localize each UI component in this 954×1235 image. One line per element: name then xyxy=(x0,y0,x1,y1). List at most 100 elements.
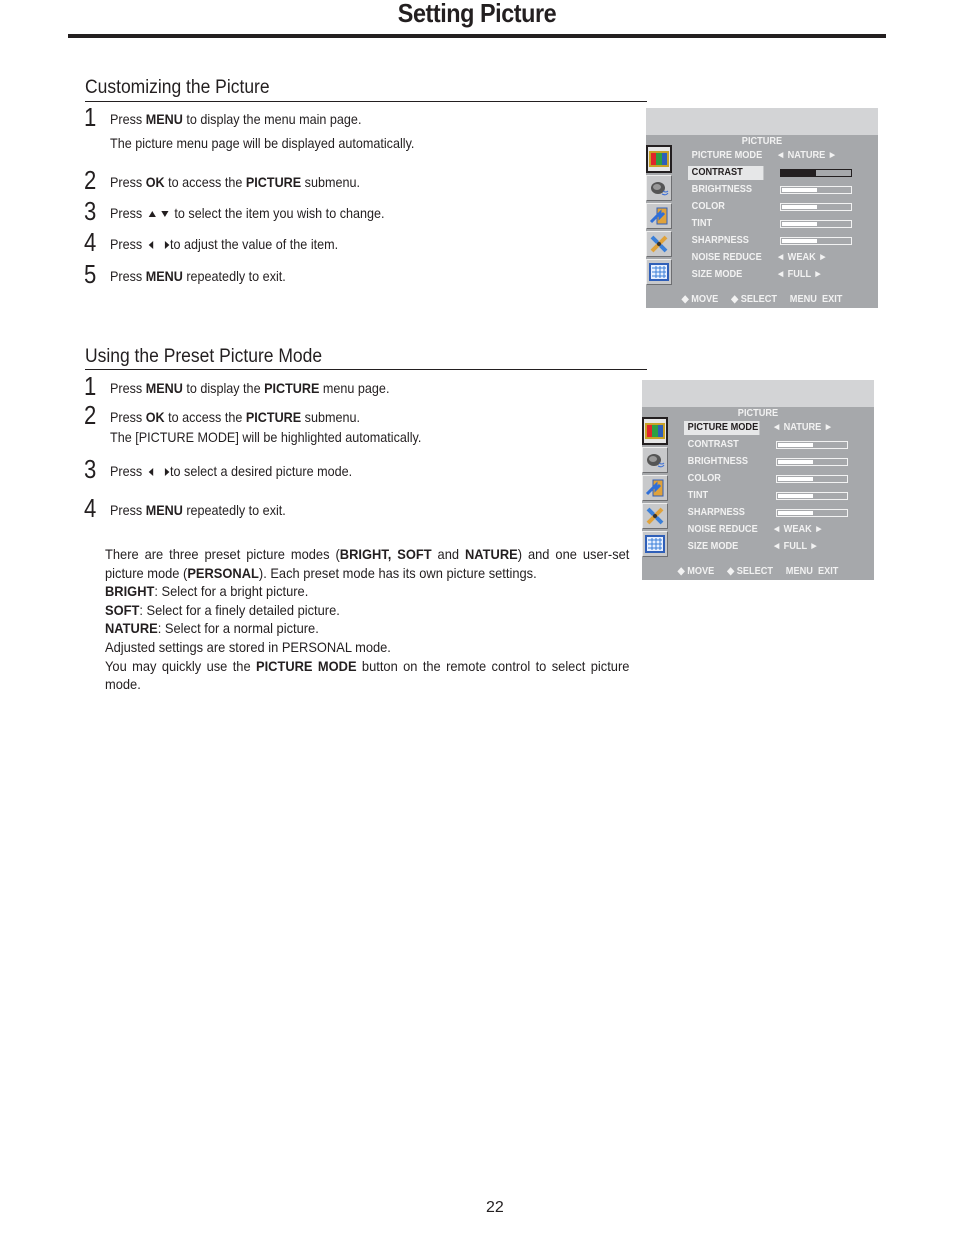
text-run: ). Each preset mode has its own picture … xyxy=(258,564,537,581)
step-text: Press MENU repeatedly to exit. xyxy=(110,501,286,519)
osd-row-noise-reduce[interactable]: NOISE REDUCE ◄ WEAK ► xyxy=(684,523,874,538)
osd-tab-tools[interactable] xyxy=(646,231,672,257)
text-run: to select a desired picture mode. xyxy=(170,463,353,479)
section-rule xyxy=(85,369,647,370)
osd-tab-tools[interactable] xyxy=(642,503,668,529)
osd-footer-hints: ◆ MOVE ◆ SELECT MENU EXIT xyxy=(681,294,843,305)
osd-slider[interactable] xyxy=(776,492,848,500)
text-run: repeatedly to exit. xyxy=(182,502,286,518)
text-run: Press xyxy=(110,463,146,479)
osd-row-tint[interactable]: TINT xyxy=(684,489,874,504)
text-run: Press xyxy=(110,380,146,396)
grid-icon xyxy=(645,535,665,553)
osd-slider[interactable] xyxy=(780,237,852,245)
grid-icon xyxy=(649,263,669,281)
step-number: 4 xyxy=(84,493,97,523)
osd-row-sharpness[interactable]: SHARPNESS xyxy=(688,234,878,249)
osd-option-value[interactable]: ◄ FULL ► xyxy=(776,268,823,282)
osd-row-size-mode[interactable]: SIZE MODE ◄ FULL ► xyxy=(684,540,874,555)
step-number: 4 xyxy=(84,227,97,257)
osd-row-label: SIZE MODE xyxy=(687,541,739,552)
osd-row-label: COLOR xyxy=(687,473,721,484)
osd-row-brightness[interactable]: BRIGHTNESS xyxy=(684,455,874,470)
osd-slider[interactable] xyxy=(780,203,852,211)
osd-row-contrast[interactable]: CONTRAST xyxy=(688,166,878,181)
osd-row-brightness[interactable]: BRIGHTNESS xyxy=(688,183,878,198)
arrow-right-icon xyxy=(164,468,170,477)
description-line: picture mode (PERSONAL). Each preset mod… xyxy=(105,564,629,583)
bold-keyword: OK xyxy=(145,409,165,425)
text-run: to access the xyxy=(164,174,246,190)
text-run: to adjust the value of the item. xyxy=(170,236,339,252)
bold-keyword: OK xyxy=(145,174,165,190)
description-line: NATURE: Select for a normal picture. xyxy=(105,619,629,638)
osd-slider-fill xyxy=(782,222,817,226)
osd-row-label: CONTRAST xyxy=(688,166,764,180)
osd-category-tabs xyxy=(646,145,672,287)
arrow-left-icon xyxy=(148,241,153,250)
osd-slider[interactable] xyxy=(776,458,848,466)
osd-slider[interactable] xyxy=(776,441,848,449)
osd-tab-grid[interactable] xyxy=(642,531,668,557)
osd-tab-color-bars[interactable] xyxy=(642,417,668,445)
osd-row-noise-reduce[interactable]: NOISE REDUCE ◄ WEAK ► xyxy=(688,251,878,266)
osd-row-color[interactable]: COLOR xyxy=(688,200,878,215)
text-run: ) and one user-set xyxy=(517,546,630,562)
step-number: 2 xyxy=(84,165,97,195)
bold-keyword: NATURE xyxy=(105,620,158,637)
section-heading-preset: Using the Preset Picture Mode xyxy=(85,346,323,367)
osd-slider[interactable] xyxy=(776,509,848,517)
osd-tab-color-bars[interactable] xyxy=(646,145,672,173)
osd-tab-screen-arrow[interactable] xyxy=(642,475,668,501)
osd-tab-speaker[interactable] xyxy=(642,447,668,473)
bold-keyword: PERSONAL xyxy=(187,564,259,581)
osd-row-picture-mode[interactable]: PICTURE MODE ◄ NATURE ► xyxy=(684,421,874,436)
osd-row-contrast[interactable]: CONTRAST xyxy=(684,438,874,453)
osd-row-sharpness[interactable]: SHARPNESS xyxy=(684,506,874,521)
text-run: There are three preset picture modes ( xyxy=(105,546,340,562)
osd-slider-fill xyxy=(781,170,816,176)
osd-slider[interactable] xyxy=(776,475,848,483)
osd-slider[interactable] xyxy=(780,220,852,228)
osd-option-value[interactable]: ◄ WEAK ► xyxy=(776,251,827,265)
bold-keyword: BRIGHT xyxy=(105,583,155,600)
bold-keyword: NATURE xyxy=(465,546,518,562)
osd-row-tint[interactable]: TINT xyxy=(688,217,878,232)
text-run: submenu. xyxy=(301,409,361,425)
page-title: Setting Picture xyxy=(397,0,557,28)
osd-category-tabs xyxy=(642,417,668,559)
bold-keyword: BRIGHT, SOFT xyxy=(339,546,432,562)
text-run: button on the remote control to select p… xyxy=(356,657,630,674)
osd-tab-screen-arrow[interactable] xyxy=(646,203,672,229)
section-heading-customizing: Customizing the Picture xyxy=(85,77,270,98)
step-text: Press MENU repeatedly to exit. xyxy=(110,267,286,285)
text-run: Press xyxy=(110,409,146,425)
osd-row-picture-mode[interactable]: PICTURE MODE ◄ NATURE ► xyxy=(688,149,878,164)
step-subtext: The [PICTURE MODE] will be highlighted a… xyxy=(110,429,422,445)
bold-keyword: PICTURE xyxy=(264,380,320,396)
osd-option-value[interactable]: ◄ FULL ► xyxy=(772,540,819,554)
osd-header-band xyxy=(642,380,874,407)
osd-option-value[interactable]: ◄ WEAK ► xyxy=(772,523,823,537)
osd-slider[interactable] xyxy=(780,169,852,177)
osd-row-label: NOISE REDUCE xyxy=(691,252,762,263)
osd-row-color[interactable]: COLOR xyxy=(684,472,874,487)
arrow-down-icon xyxy=(161,211,169,218)
osd-option-value[interactable]: ◄ NATURE ► xyxy=(776,149,837,163)
title-rule xyxy=(68,34,886,38)
description-line: Adjusted settings are stored in PERSONAL… xyxy=(105,638,629,657)
description-line: BRIGHT: Select for a bright picture. xyxy=(105,582,629,601)
text-run: Press xyxy=(110,111,146,127)
osd-tab-grid[interactable] xyxy=(646,259,672,285)
osd-row-label: PICTURE MODE xyxy=(691,150,763,161)
osd-option-value[interactable]: ◄ NATURE ► xyxy=(772,421,833,435)
bold-keyword: PICTURE MODE xyxy=(255,657,357,674)
arrow-up-icon xyxy=(148,211,156,218)
osd-slider[interactable] xyxy=(780,186,852,194)
text-run: Press xyxy=(110,236,146,252)
osd-row-label: CONTRAST xyxy=(687,439,739,450)
osd-slider-fill xyxy=(782,239,817,243)
osd-row-size-mode[interactable]: SIZE MODE ◄ FULL ► xyxy=(688,268,878,283)
osd-row-label: SHARPNESS xyxy=(687,507,745,518)
osd-tab-speaker[interactable] xyxy=(646,175,672,201)
